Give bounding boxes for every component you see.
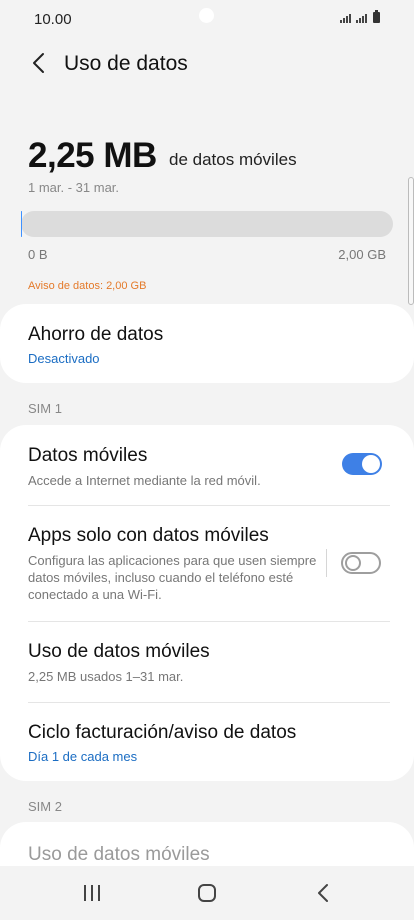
app-header: Uso de datos <box>0 44 414 84</box>
divider <box>28 621 390 622</box>
signal-icon-2 <box>356 14 367 23</box>
home-icon[interactable] <box>182 876 232 910</box>
recent-apps-icon[interactable] <box>67 876 117 910</box>
usage-amount: 2,25 MB <box>28 136 157 175</box>
apps-mobile-data-title: Apps solo con datos móviles <box>28 525 269 546</box>
data-warning: Aviso de datos: 2,00 GB <box>28 280 147 292</box>
sim1-card: Datos móviles Accede a Internet mediante… <box>0 425 414 781</box>
signal-icon <box>340 14 351 23</box>
data-saver-card[interactable]: Ahorro de datos Desactivado <box>0 304 414 383</box>
status-time: 10.00 <box>34 11 72 28</box>
usage-bar-max: 2,00 GB <box>338 247 386 262</box>
battery-icon <box>373 10 380 23</box>
divider <box>28 702 390 703</box>
usage-unit-label: de datos móviles <box>169 150 297 169</box>
sim2-mobile-data-usage-title[interactable]: Uso de datos móviles <box>28 844 210 866</box>
data-saver-status: Desactivado <box>28 351 100 366</box>
status-icons <box>340 10 380 23</box>
navigation-bar <box>0 866 414 920</box>
camera-cutout <box>199 8 214 23</box>
page-title: Uso de datos <box>64 52 188 75</box>
mobile-data-toggle[interactable] <box>342 453 382 475</box>
mobile-data-title: Datos móviles <box>28 445 148 466</box>
data-saver-title: Ahorro de datos <box>28 324 164 345</box>
billing-cycle-title: Ciclo facturación/aviso de datos <box>28 722 297 743</box>
mobile-data-usage-subtitle: 2,25 MB usados 1–31 mar. <box>28 669 184 684</box>
divider <box>28 505 390 506</box>
back-icon[interactable] <box>298 876 348 910</box>
sim1-label: SIM 1 <box>28 401 62 416</box>
billing-cycle-subtitle: Día 1 de cada mes <box>28 749 138 764</box>
mobile-data-usage-title: Uso de datos móviles <box>28 641 210 662</box>
apps-mobile-data-subtitle: Configura las aplicaciones para que usen… <box>28 553 317 602</box>
back-arrow-icon[interactable] <box>26 50 50 76</box>
scrollbar[interactable] <box>408 177 414 305</box>
apps-mobile-data-toggle[interactable] <box>341 552 381 574</box>
mobile-data-subtitle: Accede a Internet mediante la red móvil. <box>28 473 261 488</box>
usage-progress-bar <box>21 211 393 237</box>
toggle-separator <box>326 549 327 577</box>
usage-period: 1 mar. - 31 mar. <box>28 180 120 195</box>
usage-bar-min: 0 B <box>28 247 48 262</box>
status-bar: 10.00 <box>0 0 414 40</box>
sim2-label: SIM 2 <box>28 799 62 814</box>
